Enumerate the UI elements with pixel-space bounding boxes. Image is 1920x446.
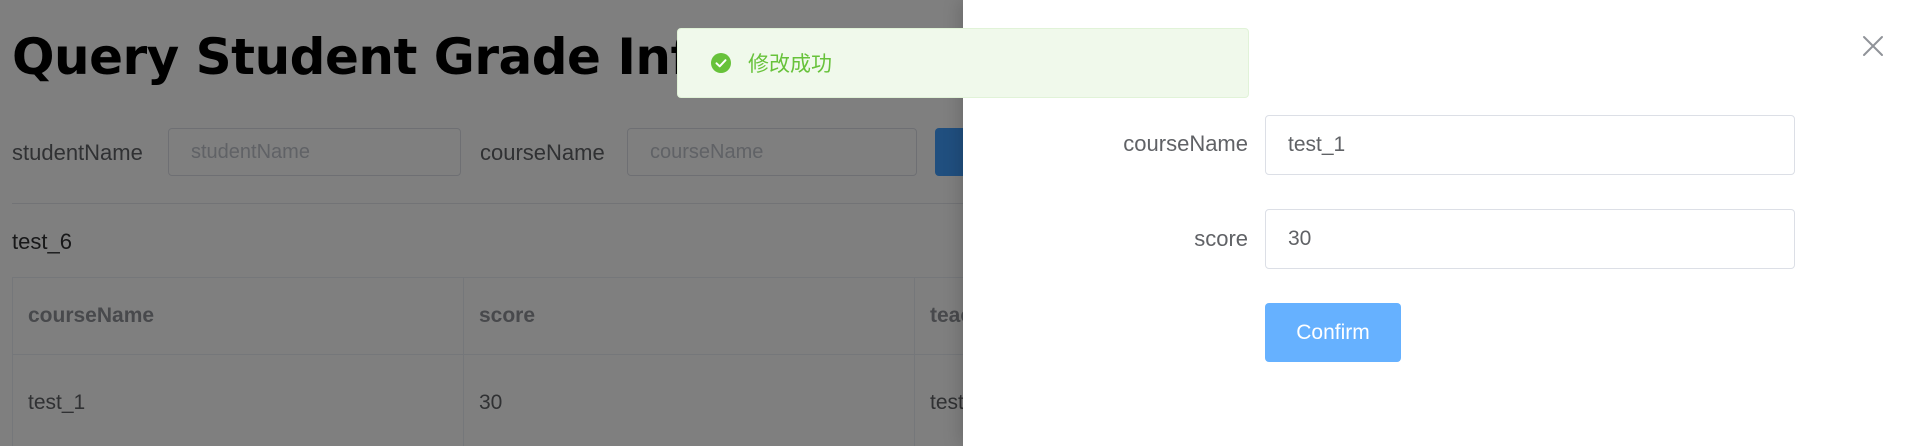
confirm-button[interactable]: Confirm	[1265, 303, 1401, 362]
drawer-score-label: score	[1194, 226, 1248, 251]
app-page: Query Student Grade Info studentName cou…	[0, 0, 1920, 446]
toast-message: 修改成功	[748, 52, 832, 76]
success-toast: 修改成功	[677, 28, 1249, 98]
drawer-score-input[interactable]	[1265, 209, 1795, 269]
close-icon	[1863, 36, 1883, 56]
drawer-course-input[interactable]	[1265, 115, 1795, 175]
success-check-icon	[710, 52, 732, 74]
drawer-course-label: courseName	[1123, 131, 1248, 156]
drawer-close-button[interactable]	[1857, 30, 1889, 62]
